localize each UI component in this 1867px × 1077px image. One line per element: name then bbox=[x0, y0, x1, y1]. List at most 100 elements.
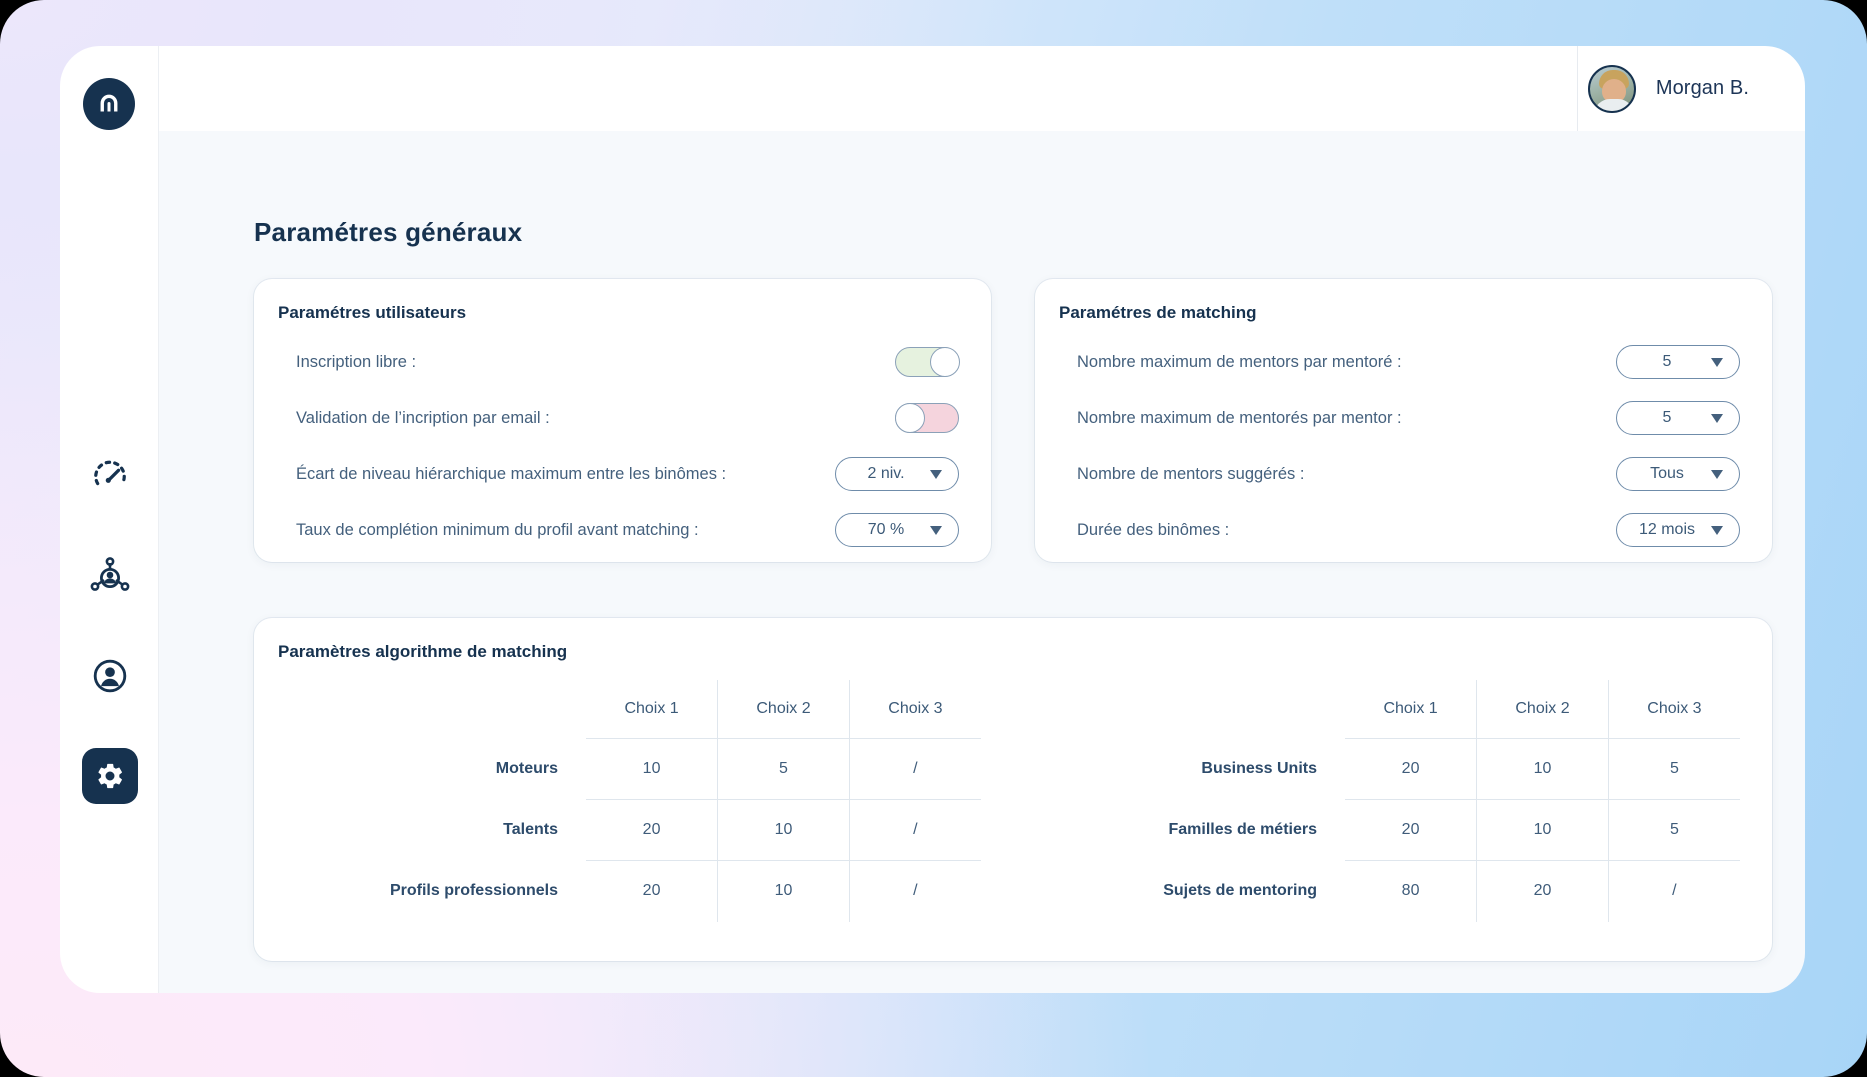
column-header: Choix 1 bbox=[1345, 680, 1478, 738]
setting-label: Écart de niveau hiérarchique maximum ent… bbox=[296, 464, 727, 483]
setting-control bbox=[894, 402, 959, 433]
matrix-table: Choix 1 Choix 2 Choix 3 Business Units 2… bbox=[1045, 680, 1740, 922]
setting-row-duree-binomes: Durée des binômes : 12 mois bbox=[1035, 507, 1772, 553]
setting-control bbox=[895, 346, 960, 377]
matrix-cell[interactable]: 20 bbox=[586, 859, 719, 921]
chevron-down-icon bbox=[1711, 469, 1723, 479]
algorithm-matrix-right: Choix 1 Choix 2 Choix 3 Business Units 2… bbox=[1013, 680, 1772, 922]
dropdown-taux-completion[interactable]: 70 % bbox=[835, 513, 959, 547]
page-backdrop: Morgan B. Paramétres généraux Paramétres… bbox=[0, 0, 1867, 1077]
topbar: Morgan B. bbox=[159, 46, 1805, 131]
setting-row-ecart-niveau: Écart de niveau hiérarchique maximum ent… bbox=[254, 451, 991, 497]
matching-settings-rows: Nombre maximum de mentors par mentoré : … bbox=[1035, 339, 1772, 563]
column-header: Choix 1 bbox=[586, 680, 719, 738]
matrix-cell[interactable]: 5 bbox=[717, 737, 850, 799]
matrix-cell[interactable]: 20 bbox=[1476, 859, 1609, 921]
avatar bbox=[1587, 64, 1636, 113]
dropdown-ecart-niveau[interactable]: 2 niv. bbox=[835, 457, 959, 491]
chevron-down-icon bbox=[1711, 357, 1723, 367]
toggle-inscription-libre[interactable] bbox=[895, 346, 960, 377]
sidebar-item-dashboard[interactable] bbox=[60, 426, 159, 526]
toggle-knob bbox=[929, 346, 960, 377]
matrix-cell[interactable]: 80 bbox=[1345, 859, 1478, 921]
matrix-cell[interactable]: 20 bbox=[586, 798, 719, 860]
matrix-cell[interactable]: 5 bbox=[1608, 798, 1740, 860]
table-row: Sujets de mentoring 80 20 / bbox=[1045, 859, 1740, 921]
matrix-cell[interactable]: 10 bbox=[1476, 737, 1609, 799]
user-settings-rows: Inscription libre : Validation de l’incr… bbox=[254, 339, 991, 563]
page-title: Paramétres généraux bbox=[254, 217, 523, 247]
matrix-cell[interactable]: / bbox=[849, 737, 981, 799]
card-title-user-settings: Paramétres utilisateurs bbox=[278, 303, 467, 322]
setting-control: 12 mois bbox=[1616, 513, 1740, 547]
user-circle-icon bbox=[82, 648, 138, 704]
setting-row-max-mentors-par-mentore: Nombre maximum de mentors par mentoré : … bbox=[1035, 339, 1772, 385]
setting-label: Nombre maximum de mentors par mentoré : bbox=[1077, 352, 1402, 371]
setting-label: Validation de l’incription par email : bbox=[296, 408, 550, 427]
matrix-cell[interactable]: / bbox=[849, 798, 981, 860]
setting-control: Tous bbox=[1616, 457, 1740, 491]
row-label: Talents bbox=[503, 820, 558, 838]
app-logo[interactable] bbox=[83, 78, 135, 130]
setting-label: Nombre maximum de mentorés par mentor : bbox=[1077, 408, 1402, 427]
toggle-knob bbox=[894, 402, 925, 433]
sidebar-item-matching[interactable] bbox=[60, 526, 159, 626]
dropdown-mentors-suggeres[interactable]: Tous bbox=[1616, 457, 1740, 491]
sidebar-item-profile[interactable] bbox=[60, 626, 159, 726]
matrix-cell[interactable]: / bbox=[1608, 859, 1740, 921]
toggle-validation-email[interactable] bbox=[894, 402, 959, 433]
card-title-matching-settings: Paramétres de matching bbox=[1059, 303, 1257, 322]
setting-label: Nombre de mentors suggérés : bbox=[1077, 464, 1305, 483]
matrix-cell[interactable]: 10 bbox=[1476, 798, 1609, 860]
table-row: Familles de métiers 20 10 5 bbox=[1045, 798, 1740, 860]
corner-cell bbox=[286, 680, 586, 738]
setting-row-max-mentores-par-mentor: Nombre maximum de mentorés par mentor : … bbox=[1035, 395, 1772, 441]
setting-control: 5 bbox=[1616, 345, 1740, 379]
matrix-cell[interactable]: 10 bbox=[717, 859, 850, 921]
algorithm-matrices: Choix 1 Choix 2 Choix 3 Moteurs 10 5 / T… bbox=[254, 680, 1772, 922]
main-content: Paramétres généraux Paramétres utilisate… bbox=[159, 131, 1805, 993]
matrix-cell[interactable]: 20 bbox=[1345, 737, 1478, 799]
chevron-down-icon bbox=[1711, 413, 1723, 423]
row-label: Profils professionnels bbox=[389, 881, 558, 899]
setting-row-inscription-libre: Inscription libre : bbox=[254, 339, 991, 385]
sidebar-nav bbox=[60, 426, 159, 826]
sidebar-item-settings[interactable] bbox=[60, 726, 159, 826]
card-title-algorithm-settings: Paramètres algorithme de matching bbox=[278, 642, 568, 661]
matrix-cell[interactable]: 5 bbox=[1608, 737, 1740, 799]
dropdown-duree-binomes[interactable]: 12 mois bbox=[1616, 513, 1740, 547]
card-algorithm-settings: Paramètres algorithme de matching Choix … bbox=[254, 618, 1772, 961]
dropdown-value: Tous bbox=[1650, 465, 1684, 482]
matrix-cell[interactable]: / bbox=[849, 859, 981, 921]
row-label: Familles de métiers bbox=[1168, 820, 1317, 838]
user-menu[interactable]: Morgan B. bbox=[1587, 46, 1749, 131]
row-label: Business Units bbox=[1201, 759, 1317, 777]
dropdown-max-mentores-par-mentor[interactable]: 5 bbox=[1616, 401, 1740, 435]
setting-row-mentors-suggeres: Nombre de mentors suggérés : Tous bbox=[1035, 451, 1772, 497]
matrix-cell[interactable]: 20 bbox=[1345, 798, 1478, 860]
setting-label: Taux de complétion minimum du profil ava… bbox=[296, 520, 699, 539]
setting-row-taux-completion: Taux de complétion minimum du profil ava… bbox=[254, 507, 991, 553]
table-row: Business Units 20 10 5 bbox=[1045, 737, 1740, 799]
avatar-shirt bbox=[1593, 98, 1634, 111]
corner-cell bbox=[1045, 680, 1345, 738]
matrix-cell[interactable]: 10 bbox=[586, 737, 719, 799]
dropdown-value: 12 mois bbox=[1638, 521, 1696, 538]
chevron-down-icon bbox=[1711, 525, 1723, 535]
dropdown-max-mentors-par-mentore[interactable]: 5 bbox=[1616, 345, 1740, 379]
table-header-row: Choix 1 Choix 2 Choix 3 bbox=[1045, 680, 1740, 738]
column-header: Choix 2 bbox=[717, 680, 850, 738]
user-name: Morgan B. bbox=[1655, 77, 1749, 99]
column-header: Choix 3 bbox=[1647, 699, 1702, 717]
sidebar bbox=[60, 46, 159, 993]
setting-label: Durée des binômes : bbox=[1077, 520, 1230, 539]
matrix-cell[interactable]: 10 bbox=[717, 798, 850, 860]
row-label: Sujets de mentoring bbox=[1163, 881, 1317, 899]
network-user-icon bbox=[82, 548, 138, 604]
table-row: Moteurs 10 5 / bbox=[286, 737, 981, 799]
setting-control: 70 % bbox=[835, 513, 959, 547]
speedometer-icon bbox=[82, 448, 138, 504]
setting-label: Inscription libre : bbox=[296, 352, 417, 371]
setting-row-validation-email: Validation de l’incription par email : bbox=[254, 395, 991, 441]
table-row: Profils professionnels 20 10 / bbox=[286, 859, 981, 921]
